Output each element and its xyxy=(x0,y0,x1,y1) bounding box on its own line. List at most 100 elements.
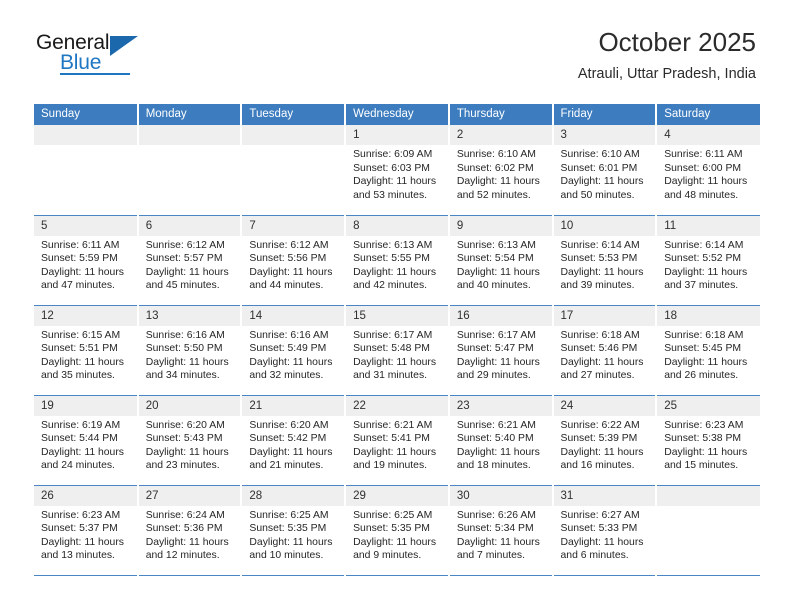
day-number xyxy=(34,125,137,145)
calendar-day-cell[interactable]: 10 Sunrise: 6:14 AM Sunset: 5:53 PM Dayligh… xyxy=(551,215,657,306)
calendar-day-cell[interactable]: 2 Sunrise: 6:10 AM Sunset: 6:02 PM Daylight… xyxy=(447,125,553,216)
calendar-day-cell[interactable]: 27 Sunrise: 6:24 AM Sunset: 5:36 PM Dayligh… xyxy=(136,485,242,576)
sunrise-text: Sunrise: 6:09 AM xyxy=(353,149,433,160)
calendar-day-cell[interactable]: 8 Sunrise: 6:13 AM Sunset: 5:55 PM Daylight… xyxy=(344,215,449,306)
sunset-text: Sunset: 5:48 PM xyxy=(353,343,430,355)
day-info: Sunrise: 6:24 AM Sunset: 5:36 PM Daylight:… xyxy=(139,506,241,563)
sunset-text: Sunset: 5:41 PM xyxy=(353,433,430,445)
calendar-body: 1 Sunrise: 6:09 AM Sunset: 6:03 PM Daylight… xyxy=(34,125,760,576)
daylight-text: Daylight: 11 hours and 48 minutes. xyxy=(664,176,748,201)
calendar-day-cell[interactable]: 7 Sunrise: 6:12 AM Sunset: 5:56 PM Daylight… xyxy=(240,215,346,306)
calendar-day-cell[interactable]: 18 Sunrise: 6:18 AM Sunset: 5:45 PM Dayligh… xyxy=(655,305,760,396)
daylight-text: Daylight: 11 hours and 13 minutes. xyxy=(41,536,124,562)
day-info: Sunrise: 6:11 AM Sunset: 5:59 PM Daylight:… xyxy=(34,236,137,293)
calendar-day-cell[interactable]: 29 Sunrise: 6:25 AM Sunset: 5:35 PM Dayligh… xyxy=(344,485,449,576)
day-cell-inner: 25 Sunrise: 6:23 AM Sunset: 5:38 PM Dayligh… xyxy=(657,395,760,485)
calendar-day-cell[interactable]: 25 Sunrise: 6:23 AM Sunset: 5:38 PM Dayligh… xyxy=(655,395,760,486)
general-blue-logo[interactable]: General Blue xyxy=(36,32,156,78)
sunrise-text: Sunrise: 6:15 AM xyxy=(41,329,121,341)
sunset-text: Sunset: 5:34 PM xyxy=(456,523,534,535)
logo-text-general: General xyxy=(36,31,110,54)
calendar-day-cell[interactable]: 31 Sunrise: 6:27 AM Sunset: 5:33 PM Dayligh… xyxy=(551,485,657,576)
day-number: 24 xyxy=(553,395,656,416)
sunset-text: Sunset: 6:03 PM xyxy=(353,162,430,174)
day-cell-inner: 12 Sunrise: 6:15 AM Sunset: 5:51 PM Dayligh… xyxy=(34,305,137,395)
sunrise-text: Sunrise: 6:13 AM xyxy=(353,239,433,251)
calendar-day-cell[interactable]: 5 Sunrise: 6:11 AM Sunset: 5:59 PM Daylight… xyxy=(34,215,138,306)
day-number xyxy=(242,125,345,145)
sunset-text: Sunset: 5:57 PM xyxy=(145,253,223,265)
day-info: Sunrise: 6:23 AM Sunset: 5:38 PM Daylight:… xyxy=(657,416,760,473)
sunrise-text: Sunrise: 6:25 AM xyxy=(353,509,433,521)
sunrise-text: Sunrise: 6:10 AM xyxy=(456,149,536,160)
title-block: October 2025 Atrauli, Uttar Pradesh, Ind… xyxy=(578,28,756,82)
calendar-day-cell[interactable]: 22 Sunrise: 6:21 AM Sunset: 5:41 PM Dayligh… xyxy=(344,395,449,486)
calendar-day-cell[interactable]: 20 Sunrise: 6:20 AM Sunset: 5:43 PM Dayligh… xyxy=(136,395,242,486)
calendar-week-row: 19 Sunrise: 6:19 AM Sunset: 5:44 PM Dayligh… xyxy=(34,395,760,486)
daylight-text: Daylight: 11 hours and 50 minutes. xyxy=(560,176,644,201)
calendar-day-cell[interactable]: 21 Sunrise: 6:20 AM Sunset: 5:42 PM Dayligh… xyxy=(240,395,346,486)
day-cell-inner: 26 Sunrise: 6:23 AM Sunset: 5:37 PM Dayligh… xyxy=(34,485,137,575)
sunrise-sunset-calendar: Sunday Monday Tuesday Wednesday Thursday… xyxy=(34,104,760,576)
day-info: Sunrise: 6:16 AM Sunset: 5:50 PM Daylight:… xyxy=(139,326,241,383)
sunrise-text: Sunrise: 6:11 AM xyxy=(41,239,120,251)
day-number: 9 xyxy=(449,215,552,236)
calendar-day-cell[interactable]: 16 Sunrise: 6:17 AM Sunset: 5:47 PM Dayligh… xyxy=(447,305,553,396)
day-cell-inner: 21 Sunrise: 6:20 AM Sunset: 5:42 PM Dayligh… xyxy=(242,395,345,485)
calendar-day-cell[interactable]: 15 Sunrise: 6:17 AM Sunset: 5:48 PM Dayligh… xyxy=(344,305,449,396)
sunset-text: Sunset: 5:47 PM xyxy=(456,343,534,355)
day-info: Sunrise: 6:18 AM Sunset: 5:45 PM Daylight:… xyxy=(657,326,760,383)
sunset-text: Sunset: 5:40 PM xyxy=(456,433,534,445)
daylight-text: Daylight: 11 hours and 27 minutes. xyxy=(560,356,644,382)
calendar-day-cell[interactable]: 26 Sunrise: 6:23 AM Sunset: 5:37 PM Dayligh… xyxy=(34,485,138,576)
sunrise-text: Sunrise: 6:25 AM xyxy=(249,509,329,521)
day-info: Sunrise: 6:12 AM Sunset: 5:56 PM Daylight:… xyxy=(242,236,344,293)
sunset-text: Sunset: 5:36 PM xyxy=(145,523,223,535)
calendar-day-cell[interactable]: 17 Sunrise: 6:18 AM Sunset: 5:46 PM Dayligh… xyxy=(551,305,657,396)
sunrise-text: Sunrise: 6:21 AM xyxy=(456,419,536,431)
calendar-day-cell[interactable]: 28 Sunrise: 6:25 AM Sunset: 5:35 PM Dayligh… xyxy=(240,485,346,576)
day-cell-inner: 18 Sunrise: 6:18 AM Sunset: 5:45 PM Dayligh… xyxy=(657,305,760,395)
sunrise-text: Sunrise: 6:17 AM xyxy=(353,329,433,341)
calendar-page: General Blue October 2025 Atrauli, Uttar… xyxy=(0,0,792,612)
calendar-day-cell[interactable]: 12 Sunrise: 6:15 AM Sunset: 5:51 PM Dayligh… xyxy=(34,305,138,396)
day-cell-inner: 16 Sunrise: 6:17 AM Sunset: 5:47 PM Dayligh… xyxy=(449,305,552,395)
calendar-day-cell[interactable]: 13 Sunrise: 6:16 AM Sunset: 5:50 PM Dayligh… xyxy=(136,305,242,396)
calendar-day-cell[interactable]: 11 Sunrise: 6:14 AM Sunset: 5:52 PM Dayligh… xyxy=(655,215,760,306)
daylight-text: Daylight: 11 hours and 31 minutes. xyxy=(353,356,437,382)
daylight-text: Daylight: 11 hours and 34 minutes. xyxy=(145,356,229,382)
sunrise-text: Sunrise: 6:16 AM xyxy=(249,329,329,341)
calendar-day-cell[interactable]: 24 Sunrise: 6:22 AM Sunset: 5:39 PM Dayligh… xyxy=(551,395,657,486)
sunset-text: Sunset: 5:52 PM xyxy=(664,253,742,265)
day-info: Sunrise: 6:27 AM Sunset: 5:33 PM Daylight:… xyxy=(554,506,656,563)
calendar-day-cell[interactable]: 30 Sunrise: 6:26 AM Sunset: 5:34 PM Dayligh… xyxy=(447,485,553,576)
day-cell-inner: 17 Sunrise: 6:18 AM Sunset: 5:46 PM Dayligh… xyxy=(553,305,656,395)
sunrise-text: Sunrise: 6:10 AM xyxy=(560,149,640,160)
calendar-day-cell[interactable]: 23 Sunrise: 6:21 AM Sunset: 5:40 PM Dayligh… xyxy=(447,395,553,486)
calendar-day-cell[interactable]: 9 Sunrise: 6:13 AM Sunset: 5:54 PM Daylight… xyxy=(447,215,553,306)
calendar-day-cell[interactable]: 19 Sunrise: 6:19 AM Sunset: 5:44 PM Dayligh… xyxy=(34,395,138,486)
sunset-text: Sunset: 5:56 PM xyxy=(249,253,327,265)
sunrise-text: Sunrise: 6:12 AM xyxy=(145,239,225,251)
daylight-text: Daylight: 11 hours and 44 minutes. xyxy=(249,266,333,292)
calendar-day-cell[interactable]: 4 Sunrise: 6:11 AM Sunset: 6:00 PM Daylight… xyxy=(655,125,760,216)
day-cell-inner: 15 Sunrise: 6:17 AM Sunset: 5:48 PM Dayligh… xyxy=(346,305,448,395)
day-number xyxy=(138,125,241,145)
calendar-day-cell-empty xyxy=(655,485,760,576)
day-number: 23 xyxy=(449,395,552,416)
day-number: 28 xyxy=(242,485,345,506)
day-cell-inner: 28 Sunrise: 6:25 AM Sunset: 5:35 PM Dayligh… xyxy=(242,485,345,575)
sunset-text: Sunset: 6:02 PM xyxy=(456,162,534,174)
day-info: Sunrise: 6:13 AM Sunset: 5:55 PM Daylight:… xyxy=(346,236,448,293)
sunrise-text: Sunrise: 6:27 AM xyxy=(560,509,640,521)
sunrise-text: Sunrise: 6:23 AM xyxy=(664,419,744,431)
calendar-day-cell[interactable]: 14 Sunrise: 6:16 AM Sunset: 5:49 PM Dayligh… xyxy=(240,305,346,396)
sunrise-text: Sunrise: 6:23 AM xyxy=(41,509,121,521)
day-info: Sunrise: 6:20 AM Sunset: 5:42 PM Daylight:… xyxy=(242,416,344,473)
calendar-day-cell[interactable]: 1 Sunrise: 6:09 AM Sunset: 6:03 PM Daylight… xyxy=(344,125,449,216)
sunrise-text: Sunrise: 6:11 AM xyxy=(664,149,743,160)
day-info: Sunrise: 6:22 AM Sunset: 5:39 PM Daylight:… xyxy=(554,416,656,473)
calendar-day-cell[interactable]: 6 Sunrise: 6:12 AM Sunset: 5:57 PM Daylight… xyxy=(136,215,242,306)
daylight-text: Daylight: 11 hours and 9 minutes. xyxy=(353,536,437,562)
calendar-day-cell[interactable]: 3 Sunrise: 6:10 AM Sunset: 6:01 PM Daylight… xyxy=(551,125,657,216)
